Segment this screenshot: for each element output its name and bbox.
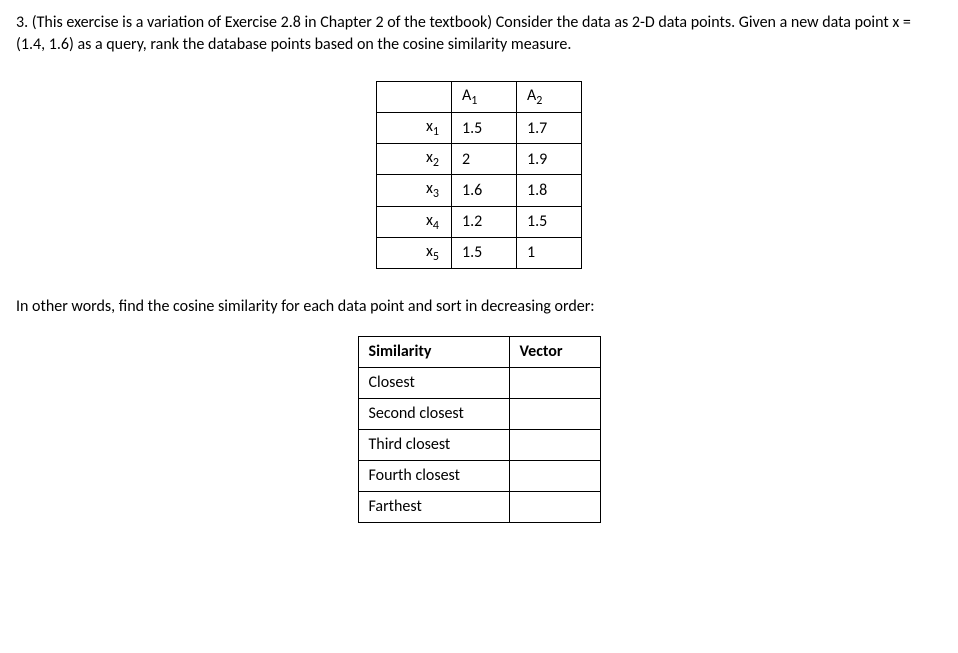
table-row: Third closest — [358, 429, 600, 460]
table-row: Closest — [358, 367, 600, 398]
rank-label-closest: Closest — [358, 367, 509, 398]
table-row: Similarity Vector — [358, 336, 600, 367]
table-row: x1 1.5 1.7 — [377, 112, 582, 143]
rank-label-second: Second closest — [358, 398, 509, 429]
data-points-table: A1 A2 x1 1.5 1.7 x2 2 1.9 x3 1.6 1.8 x4 … — [376, 81, 582, 269]
rank-label-fourth: Fourth closest — [358, 460, 509, 491]
ranking-table: Similarity Vector Closest Second closest… — [358, 336, 601, 523]
column-header-a1: A1 — [452, 81, 517, 112]
rank-label-third: Third closest — [358, 429, 509, 460]
cell-x1-a1: 1.5 — [452, 112, 517, 143]
cell-x4-a1: 1.2 — [452, 206, 517, 237]
row-label-x2: x2 — [377, 144, 452, 175]
table-row: x3 1.6 1.8 — [377, 175, 582, 206]
rank-vector-closest — [509, 367, 600, 398]
question-text: 3. (This exercise is a variation of Exer… — [16, 12, 942, 57]
column-header-similarity: Similarity — [358, 336, 509, 367]
rank-vector-third — [509, 429, 600, 460]
row-label-x5: x5 — [377, 237, 452, 268]
row-label-x3: x3 — [377, 175, 452, 206]
rank-vector-second — [509, 398, 600, 429]
cell-x5-a2: 1 — [517, 237, 582, 268]
table-row: Farthest — [358, 491, 600, 522]
cell-x1-a2: 1.7 — [517, 112, 582, 143]
cell-x2-a2: 1.9 — [517, 144, 582, 175]
cell-x3-a1: 1.6 — [452, 175, 517, 206]
table-row: Second closest — [358, 398, 600, 429]
rank-vector-farthest — [509, 491, 600, 522]
table-row: x2 2 1.9 — [377, 144, 582, 175]
table-row: A1 A2 — [377, 81, 582, 112]
table-row: Fourth closest — [358, 460, 600, 491]
column-header-vector: Vector — [509, 336, 600, 367]
cell-x3-a2: 1.8 — [517, 175, 582, 206]
column-header-a2: A2 — [517, 81, 582, 112]
empty-corner-cell — [377, 81, 452, 112]
rank-vector-fourth — [509, 460, 600, 491]
row-label-x1: x1 — [377, 112, 452, 143]
instruction-text: In other words, find the cosine similari… — [16, 297, 942, 316]
table-row: x5 1.5 1 — [377, 237, 582, 268]
rank-label-farthest: Farthest — [358, 491, 509, 522]
table-row: x4 1.2 1.5 — [377, 206, 582, 237]
row-label-x4: x4 — [377, 206, 452, 237]
cell-x4-a2: 1.5 — [517, 206, 582, 237]
cell-x2-a1: 2 — [452, 144, 517, 175]
cell-x5-a1: 1.5 — [452, 237, 517, 268]
